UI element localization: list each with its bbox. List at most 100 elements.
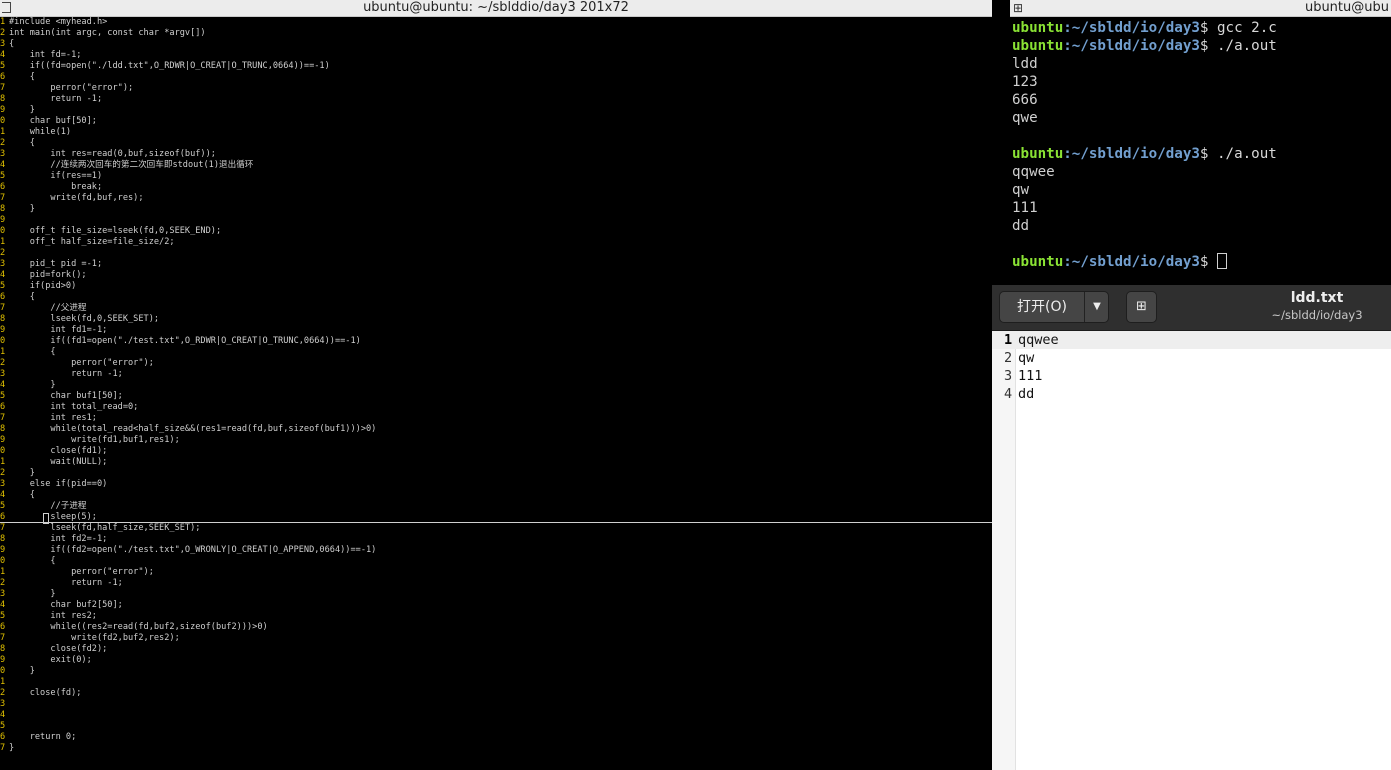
code-line-text: return -1; [9, 94, 103, 104]
code-line: 0 close(fd1); [0, 446, 992, 457]
open-button-label[interactable]: 打开(O) [1000, 292, 1084, 322]
code-line-number: 2 [0, 688, 6, 698]
prompt-path: :~/sbldd/io/day3 [1063, 38, 1200, 54]
code-line: 1 { [0, 347, 992, 358]
code-terminal-title: ubuntu@ubuntu: ~/sblddio/day3 201x72 [363, 0, 629, 15]
code-line-text: exit(0); [9, 655, 92, 665]
code-line-text: break; [9, 182, 103, 192]
prompt-command: $ ./a.out [1199, 146, 1277, 162]
code-line-number: 7 [0, 83, 6, 93]
code-line-number: 3 [0, 149, 6, 159]
code-line-text: //连续两次回车的第二次回车即stdout(1)退出循环 [9, 160, 254, 170]
code-line-text: int res1; [9, 413, 97, 423]
editor-line-text: qqwee [1018, 332, 1059, 348]
prompt-path: :~/sbldd/io/day3 [1063, 146, 1200, 162]
terminal-grid-icon[interactable]: ⊞ [1013, 2, 1025, 14]
code-line-number: 2 [0, 358, 6, 368]
shell-output[interactable]: ubuntu:~/sbldd/io/day3$ gcc 2.c ubuntu:~/… [1012, 19, 1390, 271]
code-line-text: } [9, 380, 56, 390]
gedit-window[interactable]: 打开(O) ▼ ⊞ ldd.txt ~/sbldd/io/day3 1 qqwee… [992, 285, 1391, 770]
code-line: 1 while(1) [0, 127, 992, 138]
code-line: 6 { [0, 72, 992, 83]
new-tab-icon[interactable]: ⊞ [1136, 299, 1147, 314]
code-line-number: 8 [0, 534, 6, 544]
code-line-text: wait(NULL); [9, 457, 108, 467]
code-line-text: char buf1[50]; [9, 391, 123, 401]
prompt-path: :~/sbldd/io/day3 [1063, 254, 1200, 270]
gedit-headerbar: 打开(O) ▼ ⊞ ldd.txt ~/sbldd/io/day3 [992, 285, 1391, 331]
new-tab-button[interactable]: ⊞ [1126, 291, 1157, 323]
code-line-text: write(fd2,buf2,res2); [9, 633, 180, 643]
open-button[interactable]: 打开(O) ▼ [999, 291, 1109, 323]
code-line-text: if((fd2=open("./test.txt",O_WRONLY|O_CRE… [9, 545, 377, 555]
code-line-number: 6 [0, 732, 6, 742]
code-line: 3 pid_t pid =-1; [0, 259, 992, 270]
code-line: 1 off_t half_size=file_size/2; [0, 237, 992, 248]
code-line-text: if((fd=open("./ldd.txt",O_RDWR|O_CREAT|O… [9, 61, 330, 71]
code-line-number: 0 [0, 226, 6, 236]
shell-terminal[interactable]: ubuntu@ubu ubuntu:~/sbldd/io/day3$ gcc 2… [1010, 0, 1391, 285]
editor-lines[interactable]: 1 qqwee 2 qw 3 111 4 dd [992, 331, 1391, 403]
code-line-number: 9 [0, 325, 6, 335]
editor-line[interactable]: 1 qqwee [992, 331, 1391, 349]
gedit-text-area[interactable]: 1 qqwee 2 qw 3 111 4 dd [992, 331, 1391, 770]
code-line-number: 6 [0, 622, 6, 632]
code-line-text: } [9, 589, 56, 599]
code-line-text: while((res2=read(fd,buf2,sizeof(buf2)))>… [9, 622, 268, 632]
code-line-text: else if(pid==0) [9, 479, 108, 489]
code-line: 1 [0, 677, 992, 688]
code-line-text: } [9, 666, 35, 676]
code-line: 9 int fd1=-1; [0, 325, 992, 336]
code-line-text: int fd1=-1; [9, 325, 108, 335]
code-line-number: 2 [0, 248, 6, 258]
code-line-number: 8 [0, 314, 6, 324]
code-line-number: 0 [0, 666, 6, 676]
terminal-output-line: dd [1012, 218, 1030, 234]
prompt-command: $ gcc 2.c [1199, 20, 1277, 36]
code-line: 7 int res1; [0, 413, 992, 424]
code-line-number: 9 [0, 655, 6, 665]
code-line: 4 int fd=-1; [0, 50, 992, 61]
code-line: 8 while(total_read<half_size&&(res1=read… [0, 424, 992, 435]
code-editor-area[interactable]: 1 #include <myhead.h> 2 int main(int argc, … [0, 17, 992, 770]
editor-line-number: 3 [1004, 368, 1013, 384]
editor-line[interactable]: 2 qw [992, 349, 1391, 367]
editor-line[interactable]: 4 dd [992, 385, 1391, 403]
code-line: 2 perror("error"); [0, 358, 992, 369]
code-line-text: perror("error"); [9, 567, 154, 577]
code-terminal[interactable]: ubuntu@ubuntu: ~/sblddio/day3 201x72 1 #i… [0, 0, 992, 770]
terminal-prompt-line: ubuntu:~/sbldd/io/day3$ gcc 2.c [1012, 19, 1390, 37]
code-line-number: 7 [0, 413, 6, 423]
code-line-number: 5 [0, 281, 6, 291]
code-line-number: 4 [0, 710, 6, 720]
code-line-number: 8 [0, 644, 6, 654]
code-line: 8 } [0, 204, 992, 215]
code-line-text: } [9, 204, 35, 214]
editor-line-number: 4 [1004, 386, 1013, 402]
code-line-text: { [9, 39, 15, 49]
document-path: ~/sbldd/io/day3 [1271, 308, 1363, 322]
code-line: 3 return -1; [0, 369, 992, 380]
code-line: 3 else if(pid==0) [0, 479, 992, 490]
chevron-down-icon[interactable]: ▼ [1085, 292, 1109, 322]
code-line-number: 9 [0, 105, 6, 115]
code-line-text: lseek(fd,0,SEEK_SET); [9, 314, 160, 324]
terminal-menu-icon[interactable] [2, 2, 11, 13]
editor-line-number: 2 [1004, 350, 1013, 366]
code-line: 7 lseek(fd,half_size,SEEK_SET); [0, 523, 992, 534]
code-line-number: 3 [0, 259, 6, 269]
code-line-number: 3 [0, 39, 6, 49]
code-line-number: 1 [0, 677, 6, 687]
code-line-text: if((fd1=open("./test.txt",O_RDWR|O_CREAT… [9, 336, 361, 346]
terminal-output-line: 123 [1012, 74, 1038, 90]
code-line-text: off_t half_size=file_size/2; [9, 237, 175, 247]
code-line: 6 break; [0, 182, 992, 193]
code-line-number: 6 [0, 402, 6, 412]
code-line: 0 if((fd1=open("./test.txt",O_RDWR|O_CRE… [0, 336, 992, 347]
code-line-text: pid=fork(); [9, 270, 87, 280]
code-line-number: 9 [0, 215, 6, 225]
editor-line[interactable]: 3 111 [992, 367, 1391, 385]
code-line-number: 6 [0, 72, 6, 82]
prompt-command: $ ./a.out [1199, 38, 1277, 54]
